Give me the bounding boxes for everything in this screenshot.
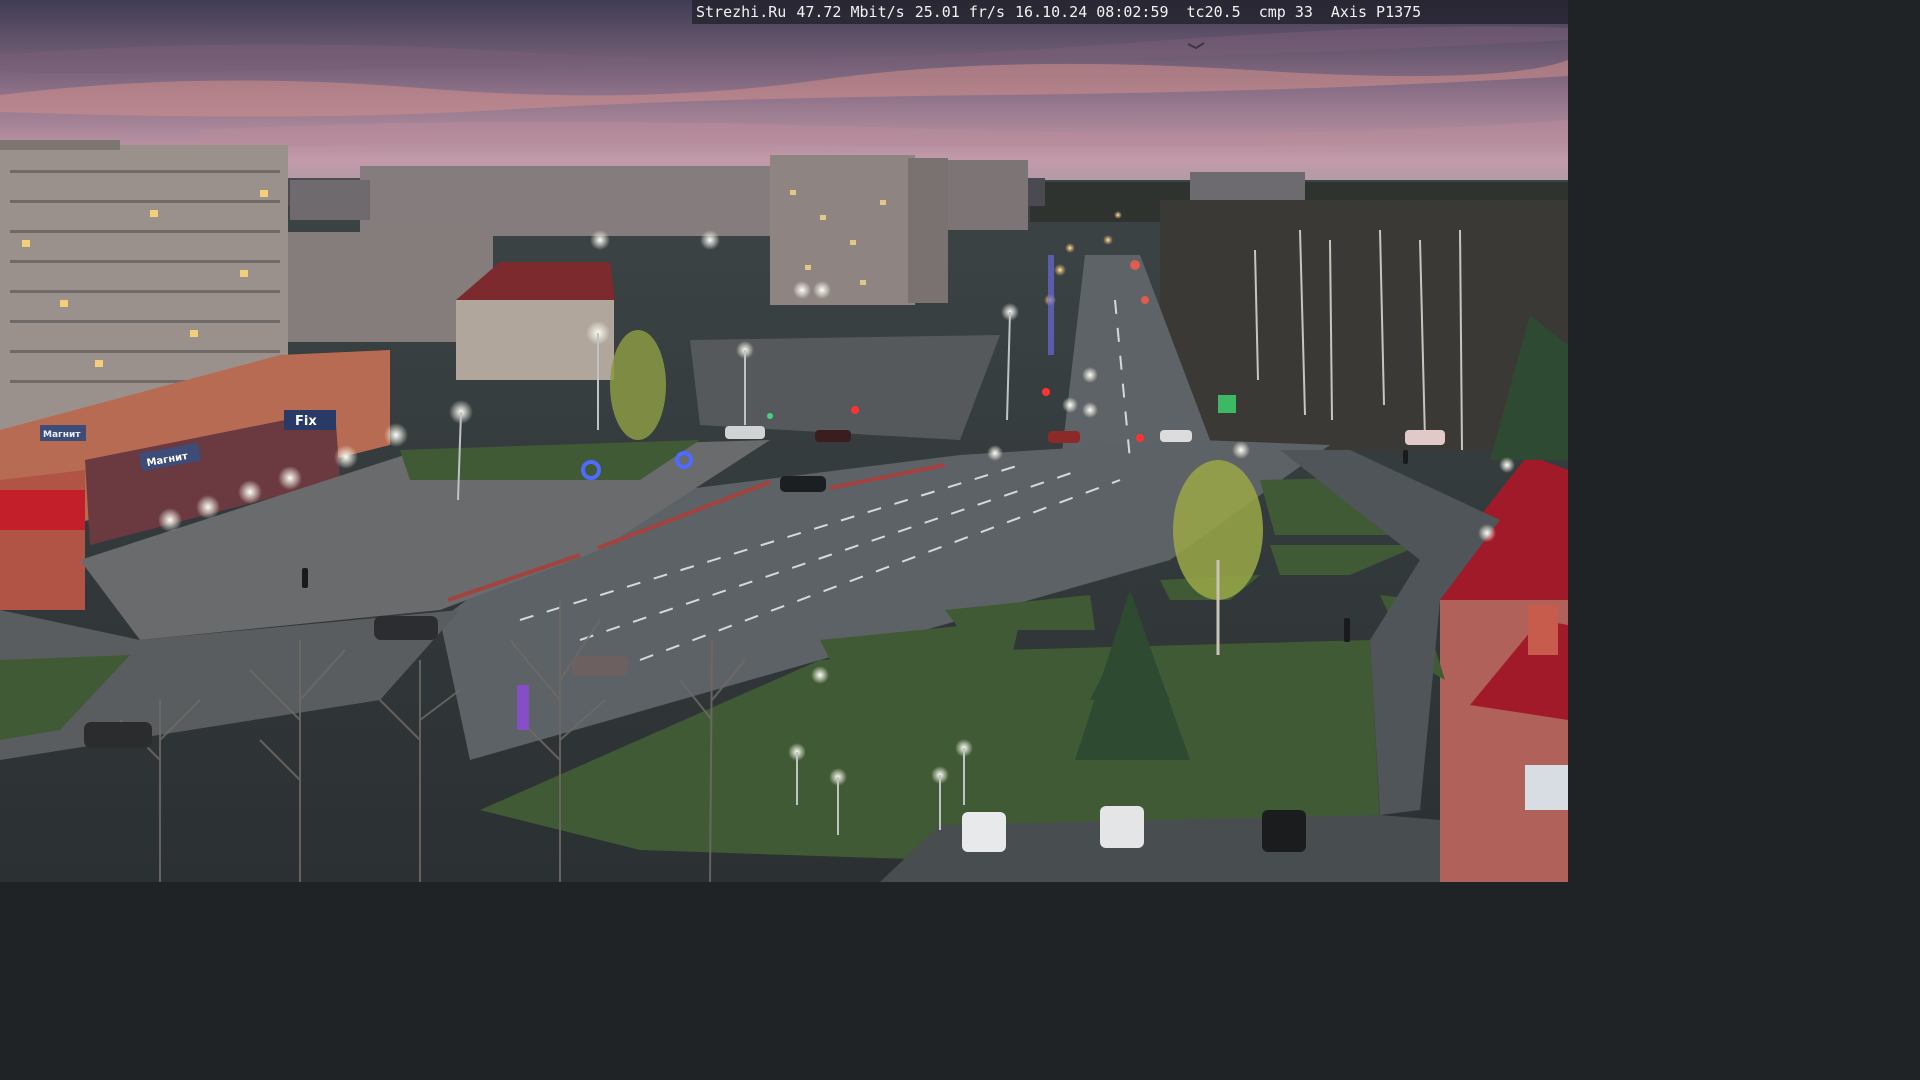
store-sign-left: Магнит bbox=[40, 425, 86, 441]
city-street-scene: Магнит Магнит Fix bbox=[0, 0, 1568, 882]
overlay-datetime: 16.10.24 08:02:59 bbox=[1015, 3, 1169, 21]
right-forest bbox=[1160, 200, 1568, 460]
store-sign-right-text: Fix bbox=[295, 414, 317, 429]
overlay-bitrate: 47.72 Mbit/s bbox=[796, 3, 905, 21]
green-tree-plaza bbox=[610, 330, 666, 440]
store-sign-right: Fix bbox=[284, 410, 336, 430]
red-roof-building bbox=[456, 262, 615, 380]
overlay-camera-model: Axis P1375 bbox=[1330, 3, 1422, 21]
overlay-cmp: cmp 33 bbox=[1258, 3, 1313, 21]
overlay-tc: tc20.5 bbox=[1186, 3, 1241, 21]
camera-status-bar: Strezhi.Ru 47.72 Mbit/s 25.01 fr/s 16.10… bbox=[692, 0, 1568, 24]
overlay-site: Strezhi.Ru bbox=[696, 3, 787, 21]
center-tower bbox=[770, 155, 948, 305]
store-sign-left-text: Магнит bbox=[43, 430, 81, 440]
overlay-framerate: 25.01 fr/s bbox=[914, 3, 1005, 21]
